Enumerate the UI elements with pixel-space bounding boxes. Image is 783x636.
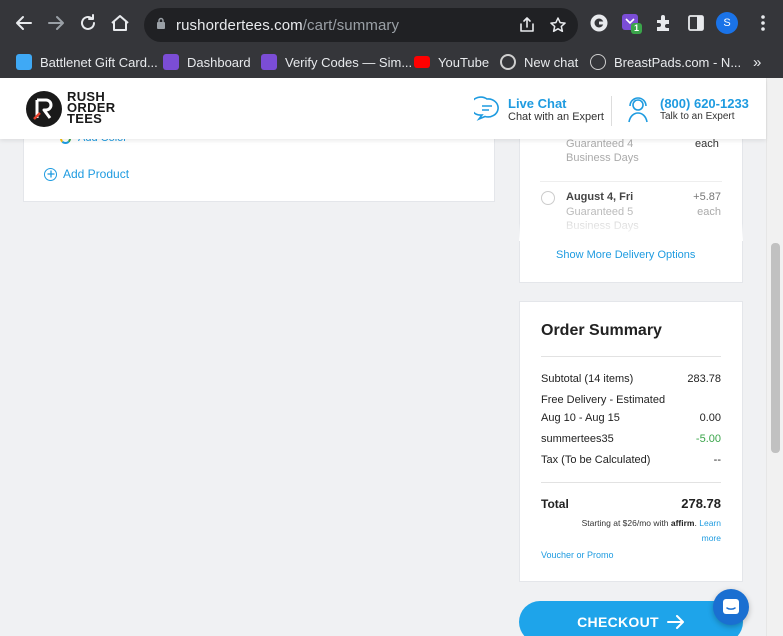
delivery-label: Free Delivery - Estimated <box>541 394 666 406</box>
arrow-right-icon <box>666 615 684 629</box>
extension-badge-icon[interactable]: 1 <box>621 13 642 34</box>
checkout-label: CHECKOUT <box>577 614 659 630</box>
promo-code-value: -5.00 <box>695 433 721 445</box>
bookmark-label: Dashboard <box>187 54 251 70</box>
url-text[interactable]: rushordertees.com/cart/summary <box>176 17 399 34</box>
back-arrow-icon[interactable] <box>13 12 35 34</box>
delivery-option-2-guarantee: Guaranteed 5 <box>566 206 634 218</box>
rushordertees-logo-icon[interactable] <box>26 91 62 127</box>
delivery-option-2-radio[interactable] <box>541 191 555 205</box>
learn-more-link-cont[interactable]: more <box>541 533 721 543</box>
share-icon[interactable] <box>518 16 536 34</box>
learn-more-link[interactable]: Learn <box>699 518 721 528</box>
lock-icon[interactable] <box>156 17 166 29</box>
delivery-option-2-date[interactable]: August 4, Fri <box>566 191 633 203</box>
live-chat-subtitle: Chat with an Expert <box>508 111 604 123</box>
youtube-icon <box>414 56 430 68</box>
total-label: Total <box>541 497 569 511</box>
profile-avatar[interactable]: S <box>716 12 738 34</box>
delivery-option-1-unit: each <box>695 138 719 150</box>
extension-badge-count: 1 <box>634 23 640 33</box>
puzzle-extensions-icon[interactable] <box>654 13 674 33</box>
tax-label: Tax (To be Calculated) <box>541 454 651 466</box>
affirm-text: Starting at $26/mo with <box>581 518 669 528</box>
subtotal-label: Subtotal (14 items) <box>541 373 634 385</box>
tax-value: -- <box>713 454 721 466</box>
support-chat-button[interactable] <box>713 589 749 625</box>
order-summary-title: Order Summary <box>541 322 662 339</box>
battlenet-icon <box>16 54 32 70</box>
live-chat-link[interactable]: Live Chat <box>508 96 567 111</box>
site-header: RUSH ORDER TEES Live Chat Chat with an E… <box>0 78 766 139</box>
reload-icon[interactable] <box>77 12 99 34</box>
fade-overlay <box>519 223 743 241</box>
verify-icon <box>261 54 277 70</box>
headset-icon[interactable] <box>625 96 651 123</box>
bp-icon <box>590 54 606 70</box>
home-icon[interactable] <box>109 12 131 34</box>
scrollbar-thumb[interactable] <box>771 243 780 453</box>
page-content: RUSH ORDER TEES Live Chat Chat with an E… <box>0 78 783 636</box>
bookmark-battlenet[interactable]: Battlenet Gift Card... <box>16 53 158 71</box>
promo-code-label: summertees35 <box>541 433 614 445</box>
voucher-promo-link[interactable]: Voucher or Promo <box>541 550 614 560</box>
checkout-button[interactable]: CHECKOUT <box>519 601 743 636</box>
delivery-value: 0.00 <box>699 412 721 424</box>
affirm-logo: affirm <box>670 518 695 528</box>
summary-divider <box>541 356 721 357</box>
phone-subtitle: Talk to an Expert <box>660 111 735 122</box>
bookmark-label: Verify Codes — Sim... <box>285 54 413 70</box>
browser-toolbar: rushordertees.com/cart/summary 1 S <box>0 0 783 44</box>
grammarly-icon[interactable] <box>589 13 609 33</box>
delivery-divider <box>540 181 722 182</box>
phone-number-link[interactable]: (800) 620-1233 <box>660 96 749 111</box>
subtotal-value: 283.78 <box>687 373 721 385</box>
total-value: 278.78 <box>681 496 721 511</box>
header-divider <box>611 96 612 126</box>
bookmark-label: Battlenet Gift Card... <box>40 54 158 70</box>
side-panel-icon[interactable] <box>686 13 706 33</box>
bookmark-youtube[interactable]: YouTube <box>414 53 489 71</box>
bookmark-label: New chat <box>524 54 579 70</box>
delivery-option-2-unit: each <box>697 206 721 218</box>
more-bookmarks-button[interactable]: » <box>753 53 761 71</box>
bookmark-verify-codes[interactable]: Verify Codes — Sim... <box>261 53 412 71</box>
delivery-option-2-price: +5.87 <box>693 191 721 203</box>
plus-circle-icon <box>44 167 57 181</box>
bookmark-dashboard[interactable]: Dashboard <box>163 53 251 71</box>
logo-wordmark[interactable]: RUSH ORDER TEES <box>67 90 115 125</box>
url-domain: rushordertees.com <box>176 17 303 34</box>
chat-bubble-icon[interactable] <box>470 96 500 122</box>
add-product-label: Add Product <box>63 167 130 181</box>
bookmark-label: YouTube <box>438 54 490 70</box>
bookmarks-bar: Battlenet Gift Card... Dashboard Verify … <box>0 44 783 78</box>
summary-divider <box>541 482 721 483</box>
show-more-delivery-link[interactable]: Show More Delivery Options <box>556 249 695 261</box>
delivery-option-1-guarantee: Guaranteed 4 <box>566 138 634 150</box>
delivery-dates: Aug 10 - Aug 15 <box>541 412 620 424</box>
dashboard-icon <box>163 54 179 70</box>
chat-icon <box>723 599 739 614</box>
openai-icon <box>500 54 516 70</box>
forward-arrow-icon[interactable] <box>45 12 67 34</box>
bookmark-star-icon[interactable] <box>549 16 567 34</box>
affirm-financing: Starting at $26/mo with affirm. Learn <box>581 518 721 528</box>
bookmark-new-chat[interactable]: New chat <box>500 53 578 71</box>
add-product-link[interactable]: Add Product <box>44 167 129 181</box>
url-path: /cart/summary <box>302 17 400 34</box>
address-bar[interactable]: rushordertees.com/cart/summary <box>144 8 578 42</box>
delivery-option-1-days: Business Days <box>566 152 639 164</box>
page-scrollbar[interactable] <box>766 78 783 636</box>
bookmark-label: BreastPads.com - N... <box>614 54 742 70</box>
kebab-menu-icon[interactable] <box>753 12 773 32</box>
bookmark-breastpads[interactable]: BreastPads.com - N... <box>590 53 741 71</box>
